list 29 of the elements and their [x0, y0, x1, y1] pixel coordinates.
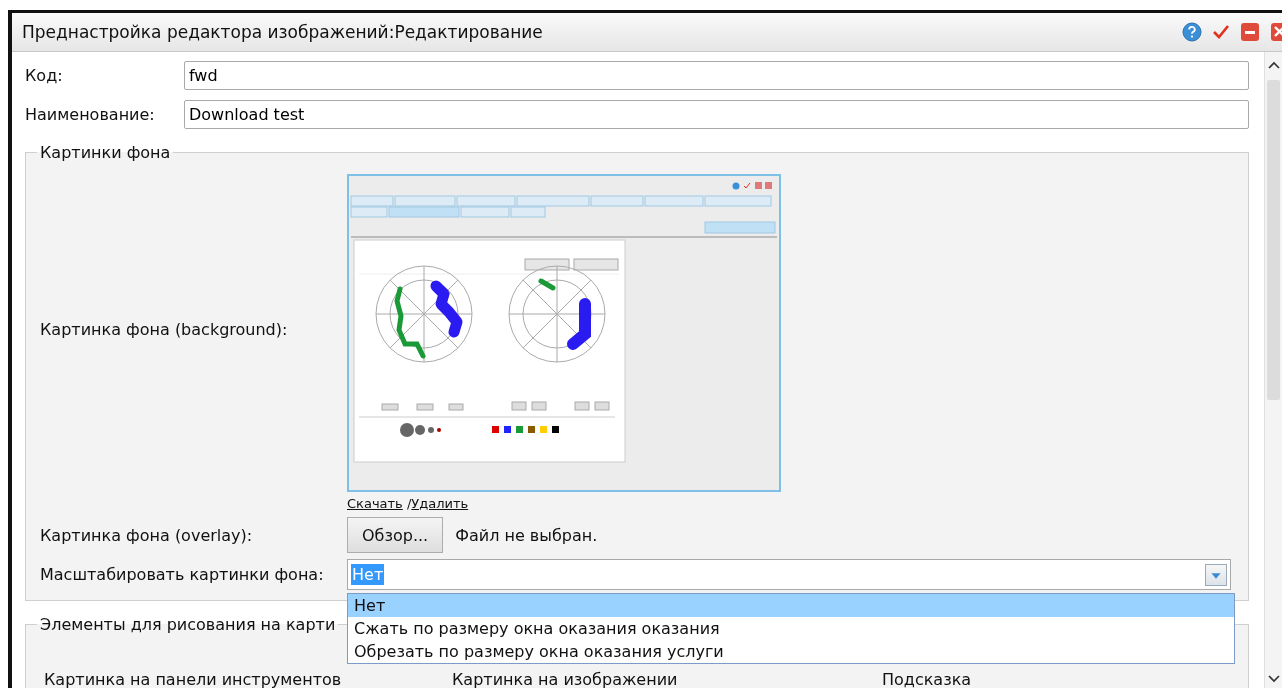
- dropdown-option[interactable]: Сжать по размеру окна оказания оказания: [348, 617, 1234, 640]
- section-legend: Элементы для рисования на карти: [37, 615, 339, 634]
- field-label: Картинка фона (background):: [40, 319, 289, 339]
- select-value: Нет: [351, 564, 385, 585]
- column-header: Картинка на изображении: [452, 671, 679, 688]
- dropdown-option[interactable]: Обрезать по размеру окна оказания услуги: [348, 640, 1234, 663]
- scroll-up-icon[interactable]: [1267, 60, 1280, 70]
- field-label: Масштабировать картинки фона:: [40, 565, 325, 584]
- column-header: Подсказка: [882, 671, 972, 688]
- checkmark-icon[interactable]: [1212, 24, 1230, 40]
- field-label: Картинка фона (overlay):: [40, 525, 254, 545]
- window-title: Преднастройка редактора изображений:Редактирование: [22, 22, 544, 42]
- download-link[interactable]: Скачать: [347, 496, 403, 511]
- field-label: Наименование:: [25, 105, 156, 124]
- scroll-down-icon[interactable]: [1267, 674, 1280, 684]
- field-label: Код:: [25, 66, 64, 85]
- section-legend: Картинки фона: [37, 143, 174, 162]
- help-icon[interactable]: [1182, 22, 1202, 42]
- minimize-icon[interactable]: [1240, 22, 1260, 42]
- close-icon[interactable]: [1270, 22, 1282, 42]
- text-field[interactable]: fwd: [184, 61, 1249, 90]
- browse-button[interactable]: Обзор...: [347, 517, 444, 553]
- text-field[interactable]: Download test: [184, 100, 1249, 129]
- column-header: Картинка на панели инструментов: [44, 671, 343, 688]
- delete-link[interactable]: Удалить: [411, 496, 469, 511]
- dropdown-option[interactable]: Нет: [348, 594, 1234, 617]
- file-status-text: Файл не выбран.: [455, 525, 598, 545]
- scrollbar-thumb[interactable]: [1267, 80, 1280, 400]
- link-separator: /: [406, 496, 412, 511]
